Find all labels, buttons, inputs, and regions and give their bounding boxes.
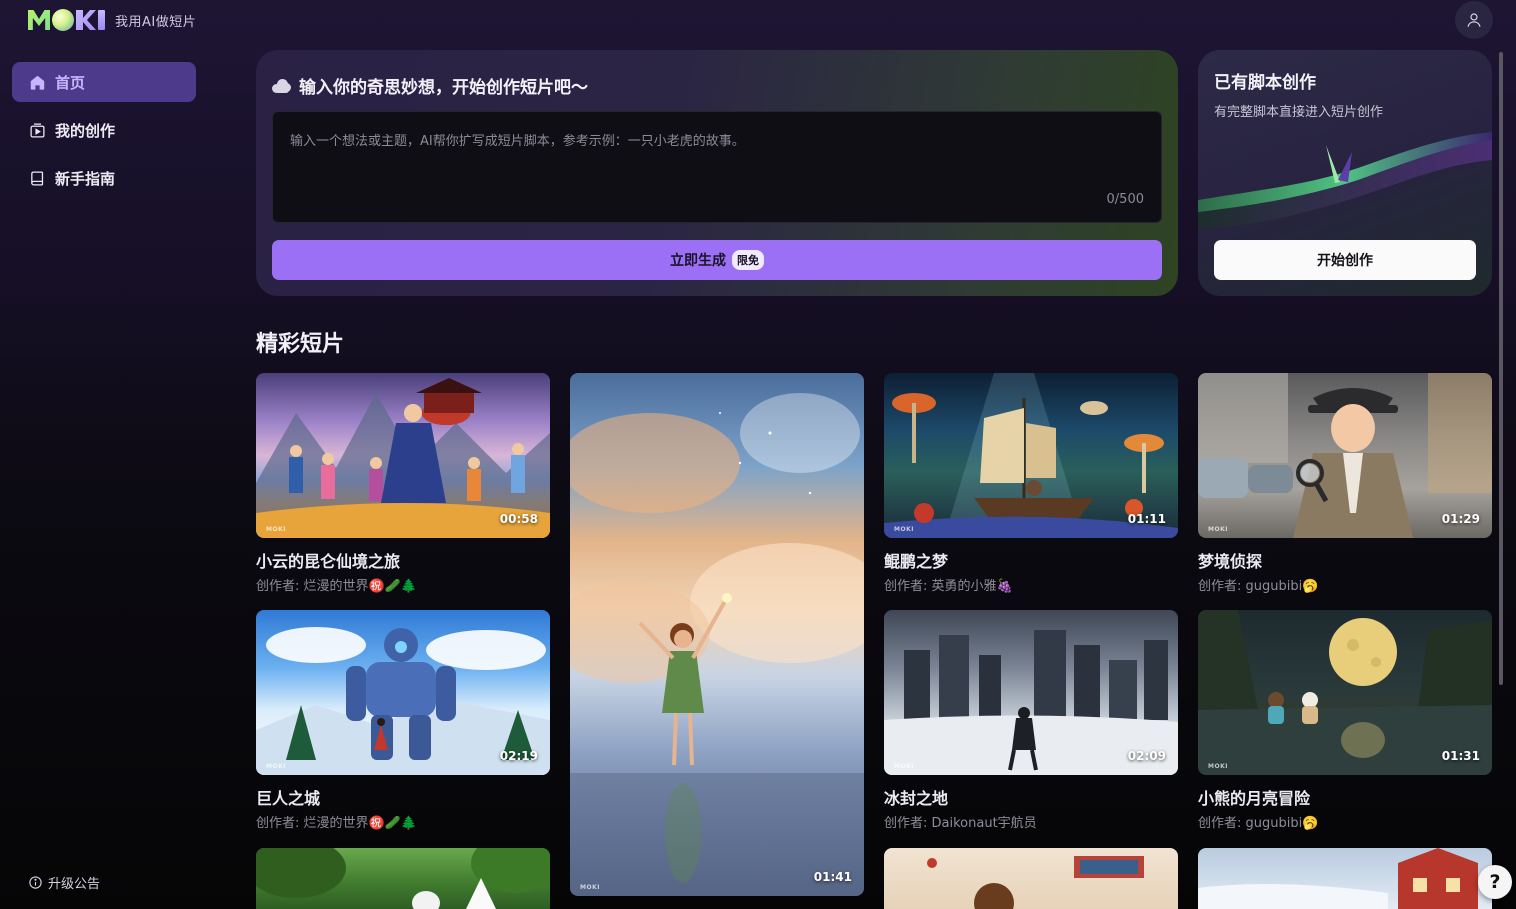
- video-thumbnail[interactable]: MOKI 01:41: [570, 373, 864, 896]
- watermark-logo: MOKI: [1208, 763, 1228, 770]
- watermark-logo: MOKI: [894, 526, 914, 533]
- sidebar-item-label: 新手指南: [55, 169, 116, 188]
- book-icon: [31, 170, 44, 186]
- prompt-title-text: 输入你的奇思妙想，开始创作短片吧～: [299, 78, 588, 98]
- sidebar-item-my-creations[interactable]: 我的创作: [12, 110, 196, 150]
- help-button[interactable]: ?: [1478, 865, 1512, 899]
- script-card-title: 已有脚本创作: [1214, 73, 1316, 93]
- page-scrollbar[interactable]: [1499, 52, 1503, 685]
- video-author[interactable]: 创作者: Daikonaut宇航员: [884, 812, 1178, 831]
- prompt-title: 输入你的奇思妙想，开始创作短片吧～: [272, 73, 588, 98]
- video-thumbnail[interactable]: MOKI 02:19: [256, 610, 550, 775]
- video-title[interactable]: 巨人之城: [256, 785, 550, 809]
- video-card[interactable]: MOKI 01:29 梦境侦探 创作者: gugubibi🥱: [1198, 373, 1492, 594]
- script-card-subtitle: 有完整脚本直接进入短片创作: [1214, 105, 1384, 120]
- video-thumbnail[interactable]: [256, 848, 550, 909]
- video-card[interactable]: MOKI 01:31 小熊的月亮冒险 创作者: gugubibi🥱: [1198, 610, 1492, 831]
- watermark-logo: MOKI: [1208, 526, 1228, 533]
- watermark-logo: MOKI: [266, 526, 286, 533]
- user-icon: [1467, 13, 1481, 27]
- sidebar-item-label: 我的创作: [55, 121, 116, 140]
- video-duration: 01:31: [1441, 749, 1480, 763]
- video-duration: 02:19: [499, 749, 538, 763]
- video-thumbnail[interactable]: MOKI 02:09: [884, 610, 1178, 775]
- video-author[interactable]: 创作者: gugubibi🥱: [1198, 812, 1492, 831]
- video-thumbnail[interactable]: [884, 848, 1178, 909]
- logo-tagline: 我用AI做短片: [115, 14, 197, 30]
- video-duration: 01:41: [813, 870, 852, 884]
- free-badge: 限免: [732, 250, 764, 270]
- video-title[interactable]: 梦境侦探: [1198, 548, 1492, 572]
- video-card[interactable]: [884, 848, 1178, 909]
- video-card[interactable]: MOKI 02:09 冰封之地 创作者: Daikonaut宇航员: [884, 610, 1178, 831]
- start-creation-button[interactable]: 开始创作: [1214, 240, 1476, 280]
- video-card[interactable]: [1198, 848, 1492, 909]
- prompt-card: 输入你的奇思妙想，开始创作短片吧～ 0/500 立即生成 限免: [256, 50, 1178, 296]
- idea-input[interactable]: [273, 112, 1161, 222]
- video-title[interactable]: 小熊的月亮冒险: [1198, 785, 1492, 809]
- sidebar-item-label: 首页: [55, 73, 86, 92]
- cloud-icon: [272, 78, 291, 93]
- video-author[interactable]: 创作者: gugubibi🥱: [1198, 575, 1492, 594]
- sidebar-item-guide[interactable]: 新手指南: [12, 158, 196, 198]
- watermark-logo: MOKI: [580, 884, 600, 891]
- user-avatar-button[interactable]: [1455, 1, 1493, 39]
- video-duration: 01:29: [1441, 512, 1480, 526]
- video-title[interactable]: 小云的昆仑仙境之旅: [256, 548, 550, 572]
- upgrade-notice-link[interactable]: 升级公告: [28, 873, 100, 892]
- video-author[interactable]: 创作者: 烂漫的世界㊗️🥒🌲: [256, 575, 550, 594]
- video-duration: 01:11: [1127, 512, 1166, 526]
- generate-label: 立即生成: [670, 253, 726, 269]
- video-duration: 00:58: [499, 512, 538, 526]
- video-thumbnail[interactable]: [1198, 848, 1492, 909]
- sidebar-item-home[interactable]: 首页: [12, 62, 196, 102]
- video-author[interactable]: 创作者: 烂漫的世界㊗️🥒🌲: [256, 812, 550, 831]
- video-card[interactable]: MOKI 01:41: [570, 373, 864, 896]
- video-thumbnail[interactable]: MOKI 01:11: [884, 373, 1178, 538]
- video-duration: 02:09: [1127, 749, 1166, 763]
- creation-icon: [30, 122, 45, 138]
- generate-button[interactable]: 立即生成 限免: [272, 240, 1162, 280]
- video-thumbnail[interactable]: MOKI 01:29: [1198, 373, 1492, 538]
- home-icon: [30, 75, 45, 90]
- video-title[interactable]: 冰封之地: [884, 785, 1178, 809]
- video-card[interactable]: MOKI 01:11 鲲鹏之梦 创作者: 英勇的小雅🍇: [884, 373, 1178, 594]
- logo[interactable]: 我用AI做短片: [28, 9, 196, 31]
- char-count: 0/500: [1106, 192, 1144, 207]
- script-card: 已有脚本创作 有完整脚本直接进入短片创作 开始创作: [1198, 50, 1492, 296]
- upgrade-notice-label: 升级公告: [48, 877, 101, 892]
- video-author[interactable]: 创作者: 英勇的小雅🍇: [884, 575, 1178, 594]
- info-icon: [29, 876, 42, 889]
- video-thumbnail[interactable]: MOKI 01:31: [1198, 610, 1492, 775]
- video-card[interactable]: MOKI 00:58 小云的昆仑仙境之旅 创作者: 烂漫的世界㊗️🥒🌲: [256, 373, 550, 594]
- video-title[interactable]: 鲲鹏之梦: [884, 548, 1178, 572]
- video-thumbnail[interactable]: MOKI 00:58: [256, 373, 550, 538]
- featured-section-title: 精彩短片: [256, 332, 345, 357]
- prompt-input-box: 0/500: [272, 111, 1162, 223]
- video-card[interactable]: MOKI 02:19 巨人之城 创作者: 烂漫的世界㊗️🥒🌲: [256, 610, 550, 831]
- watermark-logo: MOKI: [894, 763, 914, 770]
- watermark-logo: MOKI: [266, 763, 286, 770]
- video-card[interactable]: [256, 848, 550, 909]
- moki-logo-mark: [28, 9, 105, 31]
